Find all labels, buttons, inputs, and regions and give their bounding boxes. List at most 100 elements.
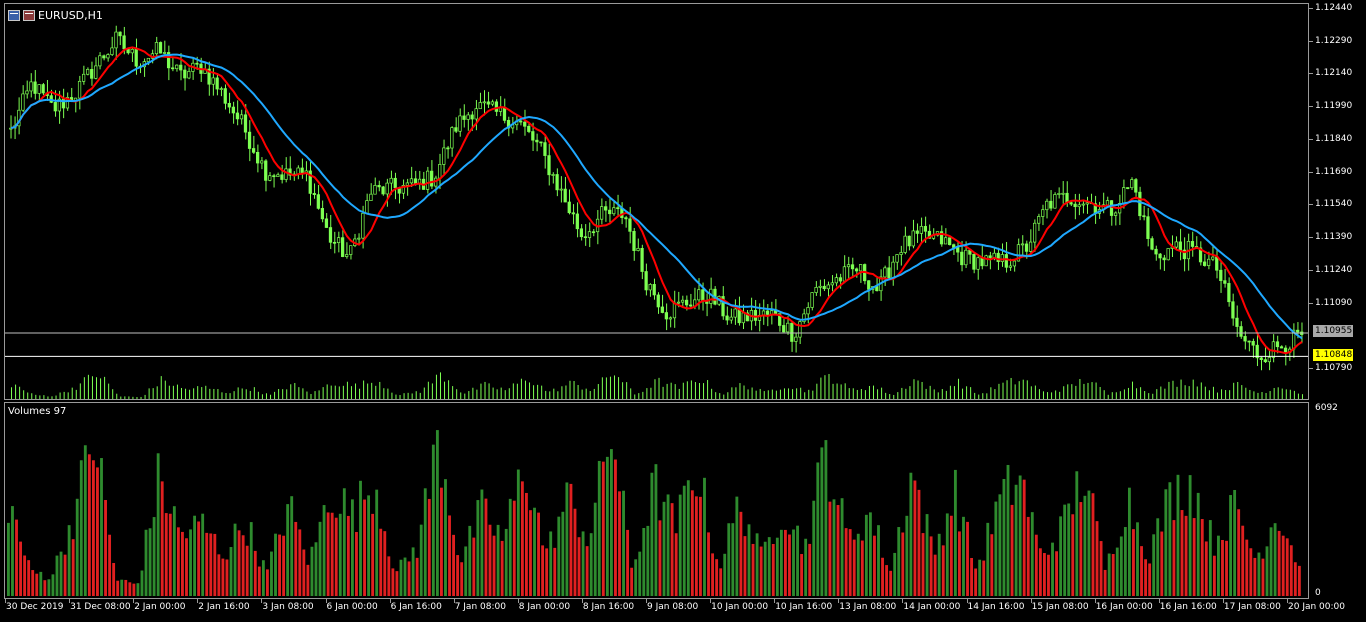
- tick-volume-bar: [945, 390, 947, 399]
- tick-volume-bar: [152, 388, 154, 399]
- volume-bar: [1055, 551, 1058, 596]
- candle: [1081, 201, 1085, 214]
- candle: [563, 176, 567, 203]
- price-axis-label: 1.11090: [1315, 297, 1353, 308]
- tick-volume-bar: [1237, 381, 1239, 399]
- tick-volume-bar: [43, 395, 45, 399]
- volume-bar: [1091, 493, 1095, 596]
- volume-bar: [686, 480, 690, 596]
- tick-volume-bar: [411, 393, 413, 399]
- volume-bar: [970, 557, 974, 596]
- tick-volume-bar: [298, 387, 300, 399]
- candle: [1130, 177, 1134, 191]
- tick-volume-bar: [921, 381, 923, 399]
- tick-volume-bar: [1115, 392, 1117, 399]
- tick-volume-bar: [1196, 386, 1198, 399]
- volume-bar: [500, 540, 504, 596]
- tick-volume-bar: [800, 387, 802, 399]
- volume-bar: [694, 496, 698, 596]
- volume-bar: [1293, 562, 1297, 596]
- volume-bar: [124, 579, 128, 596]
- tick-volume-bar: [1148, 393, 1150, 399]
- candle: [458, 108, 462, 137]
- candle: [907, 235, 911, 251]
- tick-volume-bar: [731, 387, 733, 399]
- candle: [130, 46, 134, 62]
- tick-volume-bar: [856, 389, 858, 399]
- volume-bar: [658, 520, 662, 596]
- volume-bar: [808, 543, 812, 596]
- symbol-icon[interactable]: [23, 10, 35, 21]
- candle: [454, 117, 458, 134]
- tick-volume-bar: [201, 387, 203, 399]
- price-chart-panel[interactable]: [4, 3, 1309, 400]
- candle: [98, 52, 102, 70]
- volume-bar: [1192, 518, 1196, 596]
- volume-bar: [1043, 553, 1046, 596]
- volume-bar: [1010, 504, 1014, 596]
- tick-volume-bar: [496, 389, 498, 399]
- volume-bar: [1160, 531, 1164, 596]
- tick-volume-bar: [367, 383, 369, 399]
- volume-bar: [739, 511, 743, 596]
- tick-volume-bar: [820, 377, 822, 399]
- tick-volume-bar: [1071, 384, 1073, 399]
- volume-bar: [1107, 553, 1111, 596]
- volume-panel[interactable]: [4, 402, 1309, 599]
- candle: [1287, 346, 1292, 361]
- chart-window[interactable]: EURUSD,H1 Volumes 97 1.12440 1.12290 1.121…: [0, 0, 1366, 622]
- volume-bar: [577, 537, 581, 596]
- tick-volume-bar: [727, 392, 729, 399]
- tick-volume-bar: [225, 392, 227, 399]
- volume-bar: [642, 527, 646, 596]
- tick-volume-bar: [905, 388, 907, 399]
- price-chart[interactable]: [5, 4, 1309, 400]
- tick-volume-bar: [771, 389, 773, 399]
- volume-bar: [1075, 471, 1079, 596]
- candle: [1085, 196, 1089, 214]
- tick-volume-bar: [873, 385, 875, 399]
- volume-bar: [569, 483, 573, 596]
- volume-bar: [994, 501, 998, 596]
- volume-bar: [1006, 464, 1010, 596]
- candle: [939, 225, 944, 247]
- candle: [219, 86, 223, 97]
- volume-bar: [108, 534, 112, 596]
- candle: [162, 40, 167, 55]
- volume-bar: [435, 430, 439, 596]
- tick-volume-bar: [427, 381, 429, 399]
- tick-volume-bar: [763, 391, 765, 399]
- volume-bar: [197, 521, 201, 596]
- candle: [567, 189, 571, 215]
- candle: [110, 36, 114, 57]
- tick-volume-bar: [982, 393, 984, 399]
- tick-volume-bar: [1269, 391, 1271, 399]
- candle: [381, 185, 385, 196]
- volume-bar: [719, 568, 723, 596]
- tick-volume-bar: [23, 390, 25, 399]
- candle: [268, 172, 272, 182]
- volume-bar: [788, 534, 791, 596]
- tick-volume-bar: [755, 390, 757, 399]
- volume-bar: [703, 477, 706, 596]
- volume-bar: [779, 529, 783, 596]
- tick-volume-bar: [1026, 380, 1028, 399]
- time-axis-label: 6 Jan 16:00: [390, 602, 442, 612]
- tick-volume-bar: [460, 392, 462, 399]
- tick-volume-bar: [877, 389, 879, 399]
- volume-bar: [921, 533, 925, 596]
- chart-title-bar: EURUSD,H1: [8, 9, 103, 22]
- volume-bar: [759, 546, 763, 596]
- candle: [814, 281, 818, 296]
- tick-volume-bar: [1281, 388, 1283, 399]
- tick-volume-bar: [35, 394, 37, 399]
- volume-bar: [1208, 520, 1212, 596]
- volume-bar: [476, 500, 480, 596]
- chart-window-icon[interactable]: [8, 10, 20, 21]
- candle: [660, 294, 664, 314]
- volume-chart[interactable]: [5, 403, 1309, 599]
- tick-volume-bar: [593, 388, 595, 399]
- candle: [498, 96, 503, 117]
- volume-bar: [1136, 522, 1139, 596]
- tick-volume-bar: [545, 390, 547, 399]
